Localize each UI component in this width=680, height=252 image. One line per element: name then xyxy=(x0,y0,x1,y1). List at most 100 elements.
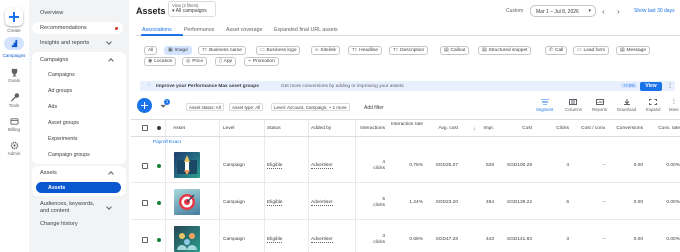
row-status[interactable]: Eligible xyxy=(267,200,283,206)
chip-callout[interactable]: ▤ Callout xyxy=(440,46,470,55)
next-period-button[interactable]: › xyxy=(617,7,620,16)
row-avg-cost: SGD47.28 xyxy=(435,237,458,242)
nav-sub-experiments[interactable]: Experiments xyxy=(48,136,77,142)
chip-promotion[interactable]: ⌁ Promotion xyxy=(244,57,279,66)
chip-business-logo[interactable]: ▭ Business logo xyxy=(256,46,301,55)
chevron-down-icon[interactable] xyxy=(106,39,112,45)
chip-message[interactable]: ▤ Message xyxy=(616,46,651,55)
rail-label-goals: Goals xyxy=(8,78,20,83)
col-cost[interactable]: Cost xyxy=(502,126,532,131)
tab-asset-coverage[interactable]: Asset coverage xyxy=(226,27,263,33)
chevron-up-icon[interactable] xyxy=(108,58,114,64)
chip-lead-form[interactable]: ▭ Lead form xyxy=(573,46,610,55)
row-checkbox[interactable] xyxy=(142,200,148,206)
nav-campaigns-group[interactable]: Campaigns xyxy=(40,57,68,63)
rail-item-admin[interactable]: Admin xyxy=(0,141,28,156)
nav-overview[interactable]: Overview xyxy=(40,10,63,16)
rail-item-goals[interactable]: Goals xyxy=(0,68,28,83)
chip-headline[interactable]: Tт Headline xyxy=(348,46,383,55)
date-range-picker[interactable]: Mar 1 – Jul 8, 2026 ▾ xyxy=(530,5,596,17)
more-vert-icon: ⋮ xyxy=(670,99,677,105)
nav-audiences[interactable]: Audiences, keywords, and content xyxy=(40,201,104,215)
filter-asset-status[interactable]: Asset status: All xyxy=(186,103,224,111)
add-filter-button[interactable]: Add filter xyxy=(364,105,384,111)
asset-thumbnail[interactable] xyxy=(174,226,200,252)
row-status[interactable]: Eligible xyxy=(267,237,283,243)
row-added-by[interactable]: Advertiser xyxy=(311,163,333,169)
nav-sub-asset-groups[interactable]: Asset groups xyxy=(48,120,79,126)
filter-level[interactable]: Level: Account, Campaign, + 1 more xyxy=(271,103,350,111)
asset-thumbnail[interactable] xyxy=(174,152,200,178)
view-selector[interactable]: View (2 filters) ▾ All campaigns xyxy=(168,1,216,17)
chip-structured-snippet[interactable]: ▤ Structured snippet xyxy=(478,46,532,55)
chip-call[interactable]: ✆ Call xyxy=(545,46,568,55)
filter-asset-type[interactable]: Asset type: All xyxy=(229,103,264,111)
more-button[interactable]: ⋮ More xyxy=(669,99,679,112)
chip-all[interactable]: All xyxy=(144,46,158,55)
nav-sub-campaigns[interactable]: Campaigns xyxy=(48,72,75,78)
col-clicks[interactable]: Clicks xyxy=(545,126,569,131)
col-added-by[interactable]: Added by xyxy=(311,126,331,131)
columns-button[interactable]: Columns xyxy=(565,99,582,112)
group-label[interactable]: Payroll Exact xyxy=(153,140,181,145)
chevron-up-icon[interactable] xyxy=(108,171,114,177)
create-button[interactable] xyxy=(5,8,23,26)
nav-sub-ad-groups[interactable]: Ad groups xyxy=(48,88,72,94)
expand-button[interactable]: Expand xyxy=(646,99,661,112)
chip-sitelink[interactable]: ∞ Sitelink xyxy=(311,46,340,55)
chip-image[interactable]: ▣ Image xyxy=(164,46,192,55)
row-checkbox[interactable] xyxy=(142,163,148,169)
row-status[interactable]: Eligible xyxy=(267,163,283,169)
chip-description[interactable]: Tт Description xyxy=(389,46,429,55)
view-value-row: ▾ All campaigns xyxy=(172,8,212,15)
col-asset[interactable]: Asset xyxy=(173,126,185,131)
select-all-checkbox[interactable] xyxy=(142,125,148,131)
download-button[interactable]: Download xyxy=(617,99,636,112)
col-status[interactable]: Status xyxy=(267,126,281,131)
chip-lead-form-label: Lead form xyxy=(583,48,606,53)
rail-item-tools[interactable]: Tools xyxy=(0,93,28,108)
col-conversions[interactable]: Conversions xyxy=(610,126,643,131)
nav-sub-ads[interactable]: Ads xyxy=(48,104,57,110)
row-checkbox[interactable] xyxy=(142,237,148,243)
row-conversions: 0.00 xyxy=(633,200,643,205)
tab-associations[interactable]: Associations xyxy=(142,27,172,33)
tab-expanded-final-url[interactable]: Expanded final URL assets xyxy=(274,27,338,33)
row-impr: 484 xyxy=(485,200,494,205)
previous-period-button[interactable]: ‹ xyxy=(602,7,605,16)
rail-item-campaigns[interactable] xyxy=(0,39,28,49)
chip-business-name[interactable]: Tт Business name xyxy=(198,46,246,55)
col-interactions[interactable]: Interactions xyxy=(359,126,385,131)
add-asset-button[interactable] xyxy=(137,98,152,113)
col-impr[interactable]: Impr. xyxy=(473,126,494,131)
col-interaction-rate[interactable]: Interaction rate xyxy=(389,122,423,128)
row-avg-cost: SGD25.07 xyxy=(435,163,458,168)
col-avg-cost[interactable]: Avg. cost xyxy=(426,126,458,131)
nav-assets-group[interactable]: Assets xyxy=(40,170,57,176)
rail-item-billing[interactable]: Billing xyxy=(0,117,28,132)
chip-app[interactable]: ▯ App xyxy=(215,57,237,66)
row-impr: 443 xyxy=(485,237,494,242)
segment-button[interactable]: Segment xyxy=(536,99,553,112)
chevron-down-icon[interactable] xyxy=(106,204,112,210)
show-last-30-days-link[interactable]: Show last 30 days xyxy=(634,8,675,14)
col-level[interactable]: Level xyxy=(223,126,234,131)
col-conv-rate[interactable]: Conv. rate xyxy=(650,126,680,131)
nav-sub-campaign-groups[interactable]: Campaign groups xyxy=(48,152,90,158)
row-added-by[interactable]: Advertiser xyxy=(311,200,333,206)
chip-location[interactable]: ◉ Location xyxy=(144,57,177,66)
more-vert-icon[interactable]: ⋮ xyxy=(667,82,673,89)
row-interaction-rate: 1.24% xyxy=(409,200,423,205)
asset-thumbnail[interactable] xyxy=(174,189,200,215)
nav-change-history[interactable]: Change history xyxy=(40,221,78,227)
banner-view-button[interactable]: View xyxy=(640,81,662,91)
nav-assets-selected[interactable]: Assets xyxy=(36,182,121,193)
reports-button[interactable]: Reports xyxy=(592,99,607,112)
tab-performance[interactable]: Performance xyxy=(184,27,214,33)
row-added-by[interactable]: Advertiser xyxy=(311,237,333,243)
row-cost: SGD141.83 xyxy=(506,237,532,242)
col-cost-conv[interactable]: Cost / conv. xyxy=(572,126,606,131)
chip-price[interactable]: ◎ Price xyxy=(182,57,208,66)
nav-recommendations-item[interactable]: Recommendations xyxy=(32,22,123,34)
nav-insights[interactable]: Insights and reports xyxy=(40,40,89,46)
